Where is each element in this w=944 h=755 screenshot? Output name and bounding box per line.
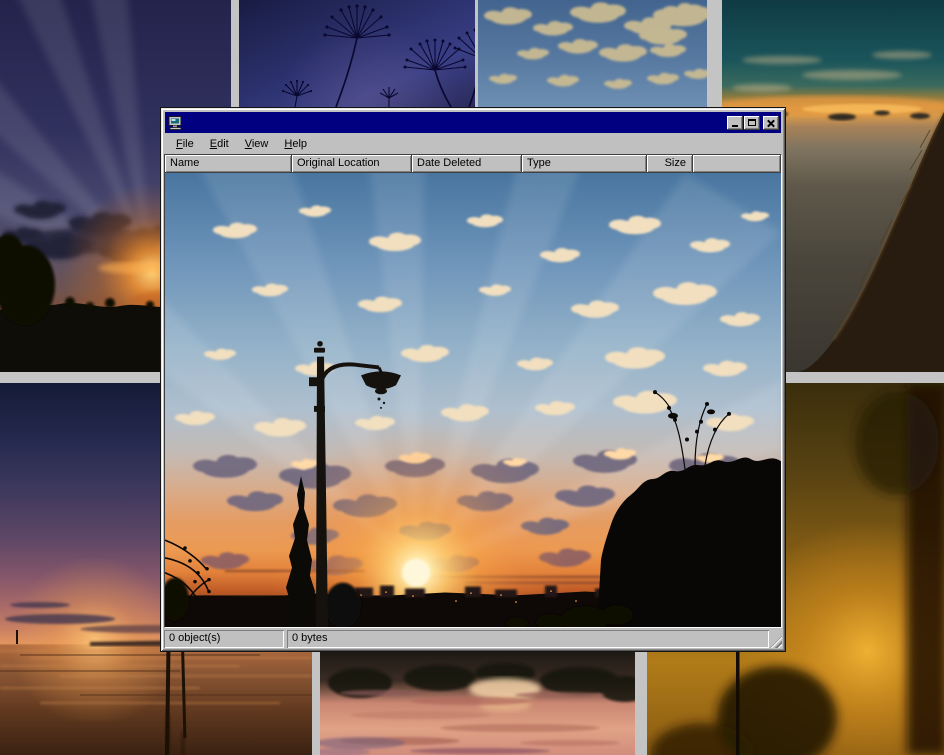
- status-size: 0 bytes: [287, 630, 769, 648]
- menu-item-file[interactable]: File: [170, 136, 200, 153]
- menu-item-view[interactable]: View: [239, 136, 275, 153]
- maximize-icon: [748, 119, 756, 126]
- title-bar[interactable]: [165, 112, 781, 133]
- list-view[interactable]: Name Original Location Date Deleted Type…: [164, 154, 782, 628]
- close-button[interactable]: [763, 116, 779, 130]
- column-header-row: Name Original Location Date Deleted Type…: [165, 155, 781, 173]
- recycle-bin-window: File Edit View Help Name Original Locati…: [160, 107, 786, 652]
- folder-content-area[interactable]: [165, 173, 781, 627]
- computer-icon[interactable]: [167, 115, 183, 130]
- minimize-icon: [732, 125, 738, 127]
- close-icon: [767, 119, 775, 127]
- wallpaper-tile-dried-flowers: [239, 0, 475, 107]
- menu-bar: File Edit View Help: [164, 134, 782, 154]
- minimize-button[interactable]: [727, 116, 743, 130]
- column-header-original-location[interactable]: Original Location: [292, 155, 412, 173]
- status-bar: 0 object(s) 0 bytes: [164, 630, 782, 648]
- maximize-button[interactable]: [744, 116, 760, 130]
- wallpaper-tile-clouds: [478, 0, 707, 107]
- resize-grip[interactable]: [770, 636, 782, 648]
- column-header-name[interactable]: Name: [165, 155, 292, 173]
- desktop[interactable]: File Edit View Help Name Original Locati…: [0, 0, 944, 755]
- menu-item-edit[interactable]: Edit: [204, 136, 235, 153]
- column-header-date-deleted[interactable]: Date Deleted: [412, 155, 522, 173]
- menu-item-help[interactable]: Help: [278, 136, 313, 153]
- status-object-count: 0 object(s): [164, 630, 284, 648]
- column-header-size[interactable]: Size: [647, 155, 693, 173]
- column-header-filler[interactable]: [693, 155, 781, 173]
- sunset-lamp-photo: [165, 173, 781, 627]
- column-header-type[interactable]: Type: [522, 155, 647, 173]
